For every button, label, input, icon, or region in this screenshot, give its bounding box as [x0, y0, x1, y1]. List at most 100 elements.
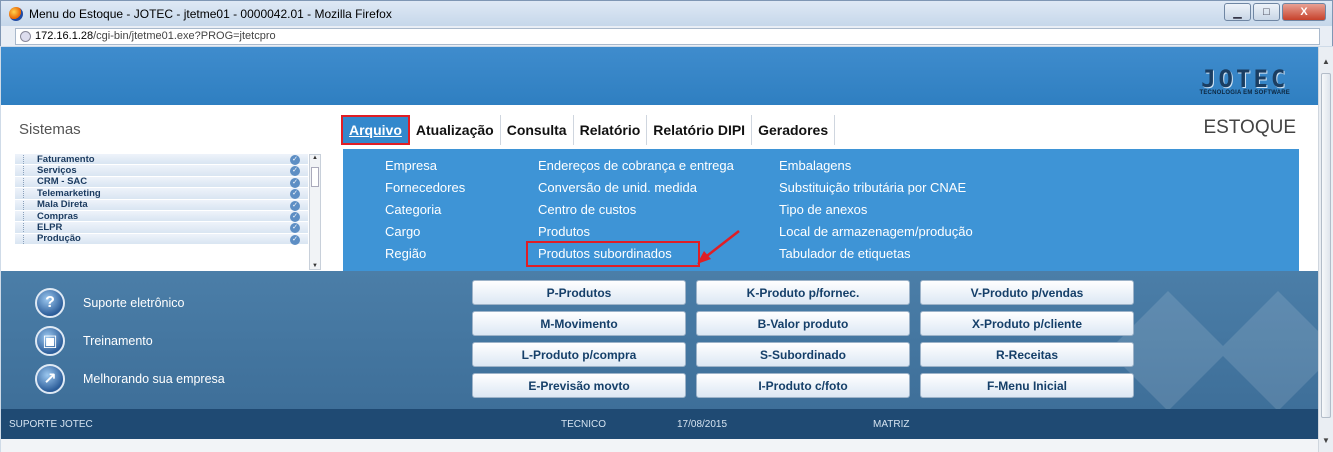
logo-main: JOTEC	[1201, 65, 1289, 93]
chart-icon: ↗	[35, 364, 65, 394]
menu-cargo[interactable]: Cargo	[385, 221, 465, 243]
btn-m-movimento[interactable]: M-Movimento	[472, 311, 686, 336]
check-icon: ✓	[290, 189, 300, 200]
btn-v-produto-vendas[interactable]: V-Produto p/vendas	[920, 280, 1134, 305]
page-scrollbar[interactable]: ▲ ▼	[1318, 47, 1333, 452]
tree-dots	[23, 234, 25, 244]
arquivo-dropdown: Empresa Fornecedores Categoria Cargo Reg…	[343, 149, 1299, 271]
check-icon: ✓	[290, 200, 300, 211]
check-icon: ✓	[290, 223, 300, 234]
tree-dots	[23, 189, 25, 199]
scroll-up-icon[interactable]: ▲	[1321, 57, 1331, 69]
menu-arquivo[interactable]: Arquivo	[341, 115, 410, 145]
btn-x-produto-cliente[interactable]: X-Produto p/cliente	[920, 311, 1134, 336]
btn-b-valor-produto[interactable]: B-Valor produto	[696, 311, 910, 336]
check-icon: ✓	[290, 155, 300, 165]
maximize-button[interactable]: □	[1253, 3, 1280, 21]
status-support: SUPORTE JOTEC	[9, 419, 93, 430]
minimize-button[interactable]: ▁	[1224, 3, 1251, 21]
address-bar: 172.16.1.28 /cgi-bin/jtetme01.exe?PROG=j…	[0, 26, 1333, 46]
quick-treinamento-label: Treinamento	[83, 334, 153, 348]
logo-sub: TECNOLOGIA EM SOFTWARE	[1199, 90, 1290, 96]
firefox-icon	[9, 6, 23, 21]
globe-icon	[20, 30, 31, 42]
annotation-arrow-icon	[697, 230, 740, 264]
menu-geradores[interactable]: Geradores	[752, 115, 836, 145]
check-icon: ✓	[290, 211, 300, 222]
menu-regiao[interactable]: Região	[385, 243, 465, 265]
scroll-up-icon[interactable]: ▲	[311, 155, 319, 161]
btn-i-produto-foto[interactable]: I-Produto c/foto	[696, 373, 910, 398]
system-item-faturamento[interactable]: Faturamento ✓	[15, 154, 308, 166]
system-item-mala-direta[interactable]: Mala Direta ✓	[15, 199, 308, 211]
menu-atualizacao[interactable]: Atualização	[410, 115, 501, 145]
page-viewport: JOTEC TECNOLOGIA EM SOFTWARE Sistemas Ar…	[1, 47, 1318, 452]
btn-r-receitas[interactable]: R-Receitas	[920, 342, 1134, 367]
menu-enderecos[interactable]: Endereços de cobrança e entrega	[538, 155, 734, 177]
menu-relatorio[interactable]: Relatório	[574, 115, 648, 145]
main-menu: Arquivo Atualização Consulta Relatório R…	[341, 115, 836, 145]
menu-tipo-anexos[interactable]: Tipo de anexos	[779, 199, 973, 221]
training-icon: ▣	[35, 326, 65, 356]
url-host: 172.16.1.28	[35, 30, 94, 42]
tree-dots	[23, 223, 25, 233]
system-item-elpr[interactable]: ELPR ✓	[15, 222, 308, 234]
tree-dots	[23, 200, 25, 210]
url-input[interactable]: 172.16.1.28 /cgi-bin/jtetme01.exe?PROG=j…	[15, 27, 1320, 45]
btn-l-produto-compra[interactable]: L-Produto p/compra	[472, 342, 686, 367]
status-bar: SUPORTE JOTEC TECNICO 17/08/2015 MATRIZ	[1, 409, 1318, 439]
menu-tabulador-etiquetas[interactable]: Tabulador de etiquetas	[779, 243, 973, 265]
menu-substituicao-tributaria[interactable]: Substituição tributária por CNAE	[779, 177, 973, 199]
quick-melhorando[interactable]: ↗ Melhorando sua empresa	[35, 364, 225, 394]
background-decoration	[1108, 291, 1318, 409]
menu-centro-custos[interactable]: Centro de custos	[538, 199, 734, 221]
quick-melhorando-label: Melhorando sua empresa	[83, 372, 225, 386]
system-item-producao[interactable]: Produção ✓	[15, 233, 308, 246]
url-path: /cgi-bin/jtetme01.exe?PROG=jtetcpro	[93, 30, 276, 42]
scroll-down-icon[interactable]: ▼	[311, 263, 319, 269]
menu-consulta[interactable]: Consulta	[501, 115, 574, 145]
header-band: JOTEC TECNOLOGIA EM SOFTWARE	[1, 47, 1318, 105]
bottom-strip	[1, 439, 1318, 452]
menu-embalagens[interactable]: Embalagens	[779, 155, 973, 177]
btn-k-produto-fornec[interactable]: K-Produto p/fornec.	[696, 280, 910, 305]
window-title: Menu do Estoque - JOTEC - jtetme01 - 000…	[29, 6, 392, 21]
scroll-down-icon[interactable]: ▼	[1321, 436, 1331, 448]
page-scroll-thumb[interactable]	[1321, 73, 1331, 418]
system-item-crm-sac[interactable]: CRM - SAC ✓	[15, 176, 308, 189]
tree-dots	[23, 211, 25, 221]
system-item-compras[interactable]: Compras ✓	[15, 211, 308, 223]
menu-conversao-unid[interactable]: Conversão de unid. medida	[538, 177, 734, 199]
btn-f-menu-inicial[interactable]: F-Menu Inicial	[920, 373, 1134, 398]
btn-e-previsao-movto[interactable]: E-Previsão movto	[472, 373, 686, 398]
menu-local-armazenagem[interactable]: Local de armazenagem/produção	[779, 221, 973, 243]
module-title: ESTOQUE	[1203, 117, 1296, 138]
status-user: TECNICO	[561, 419, 606, 430]
scroll-thumb[interactable]	[311, 167, 319, 187]
check-icon: ✓	[290, 166, 300, 177]
menu-row: Sistemas Arquivo Atualização Consulta Re…	[1, 105, 1318, 149]
menu-fornecedores[interactable]: Fornecedores	[385, 177, 465, 199]
system-item-telemarketing[interactable]: Telemarketing ✓	[15, 188, 308, 200]
quick-treinamento[interactable]: ▣ Treinamento	[35, 326, 153, 356]
menu-empresa[interactable]: Empresa	[385, 155, 465, 177]
window-controls: ▁ □ X	[1224, 3, 1326, 21]
lower-panel: ? Suporte eletrônico ▣ Treinamento ↗ Mel…	[1, 271, 1318, 409]
close-button[interactable]: X	[1282, 3, 1326, 21]
tree-dots	[23, 155, 25, 164]
quick-suporte[interactable]: ? Suporte eletrônico	[35, 288, 184, 318]
menu-relatorio-dipi[interactable]: Relatório DIPI	[647, 115, 753, 145]
systems-list: Faturamento ✓ Serviços ✓ CRM - SAC ✓ Telema…	[15, 154, 308, 270]
status-date: 17/08/2015	[677, 419, 728, 430]
status-branch: MATRIZ	[873, 419, 910, 430]
btn-s-subordinado[interactable]: S-Subordinado	[696, 342, 910, 367]
systems-panel: Faturamento ✓ Serviços ✓ CRM - SAC ✓ Telema…	[1, 149, 331, 271]
systems-scrollbar[interactable]: ▲ ▼	[309, 154, 321, 270]
tree-dots	[23, 166, 25, 176]
dropdown-col-1: Empresa Fornecedores Categoria Cargo Reg…	[385, 155, 465, 265]
system-item-servicos[interactable]: Serviços ✓	[15, 165, 308, 177]
menu-produtos-subordinados[interactable]: Produtos subordinados	[526, 241, 700, 267]
btn-p-produtos[interactable]: P-Produtos	[472, 280, 686, 305]
sistemas-title: Sistemas	[19, 121, 81, 138]
menu-categoria[interactable]: Categoria	[385, 199, 465, 221]
